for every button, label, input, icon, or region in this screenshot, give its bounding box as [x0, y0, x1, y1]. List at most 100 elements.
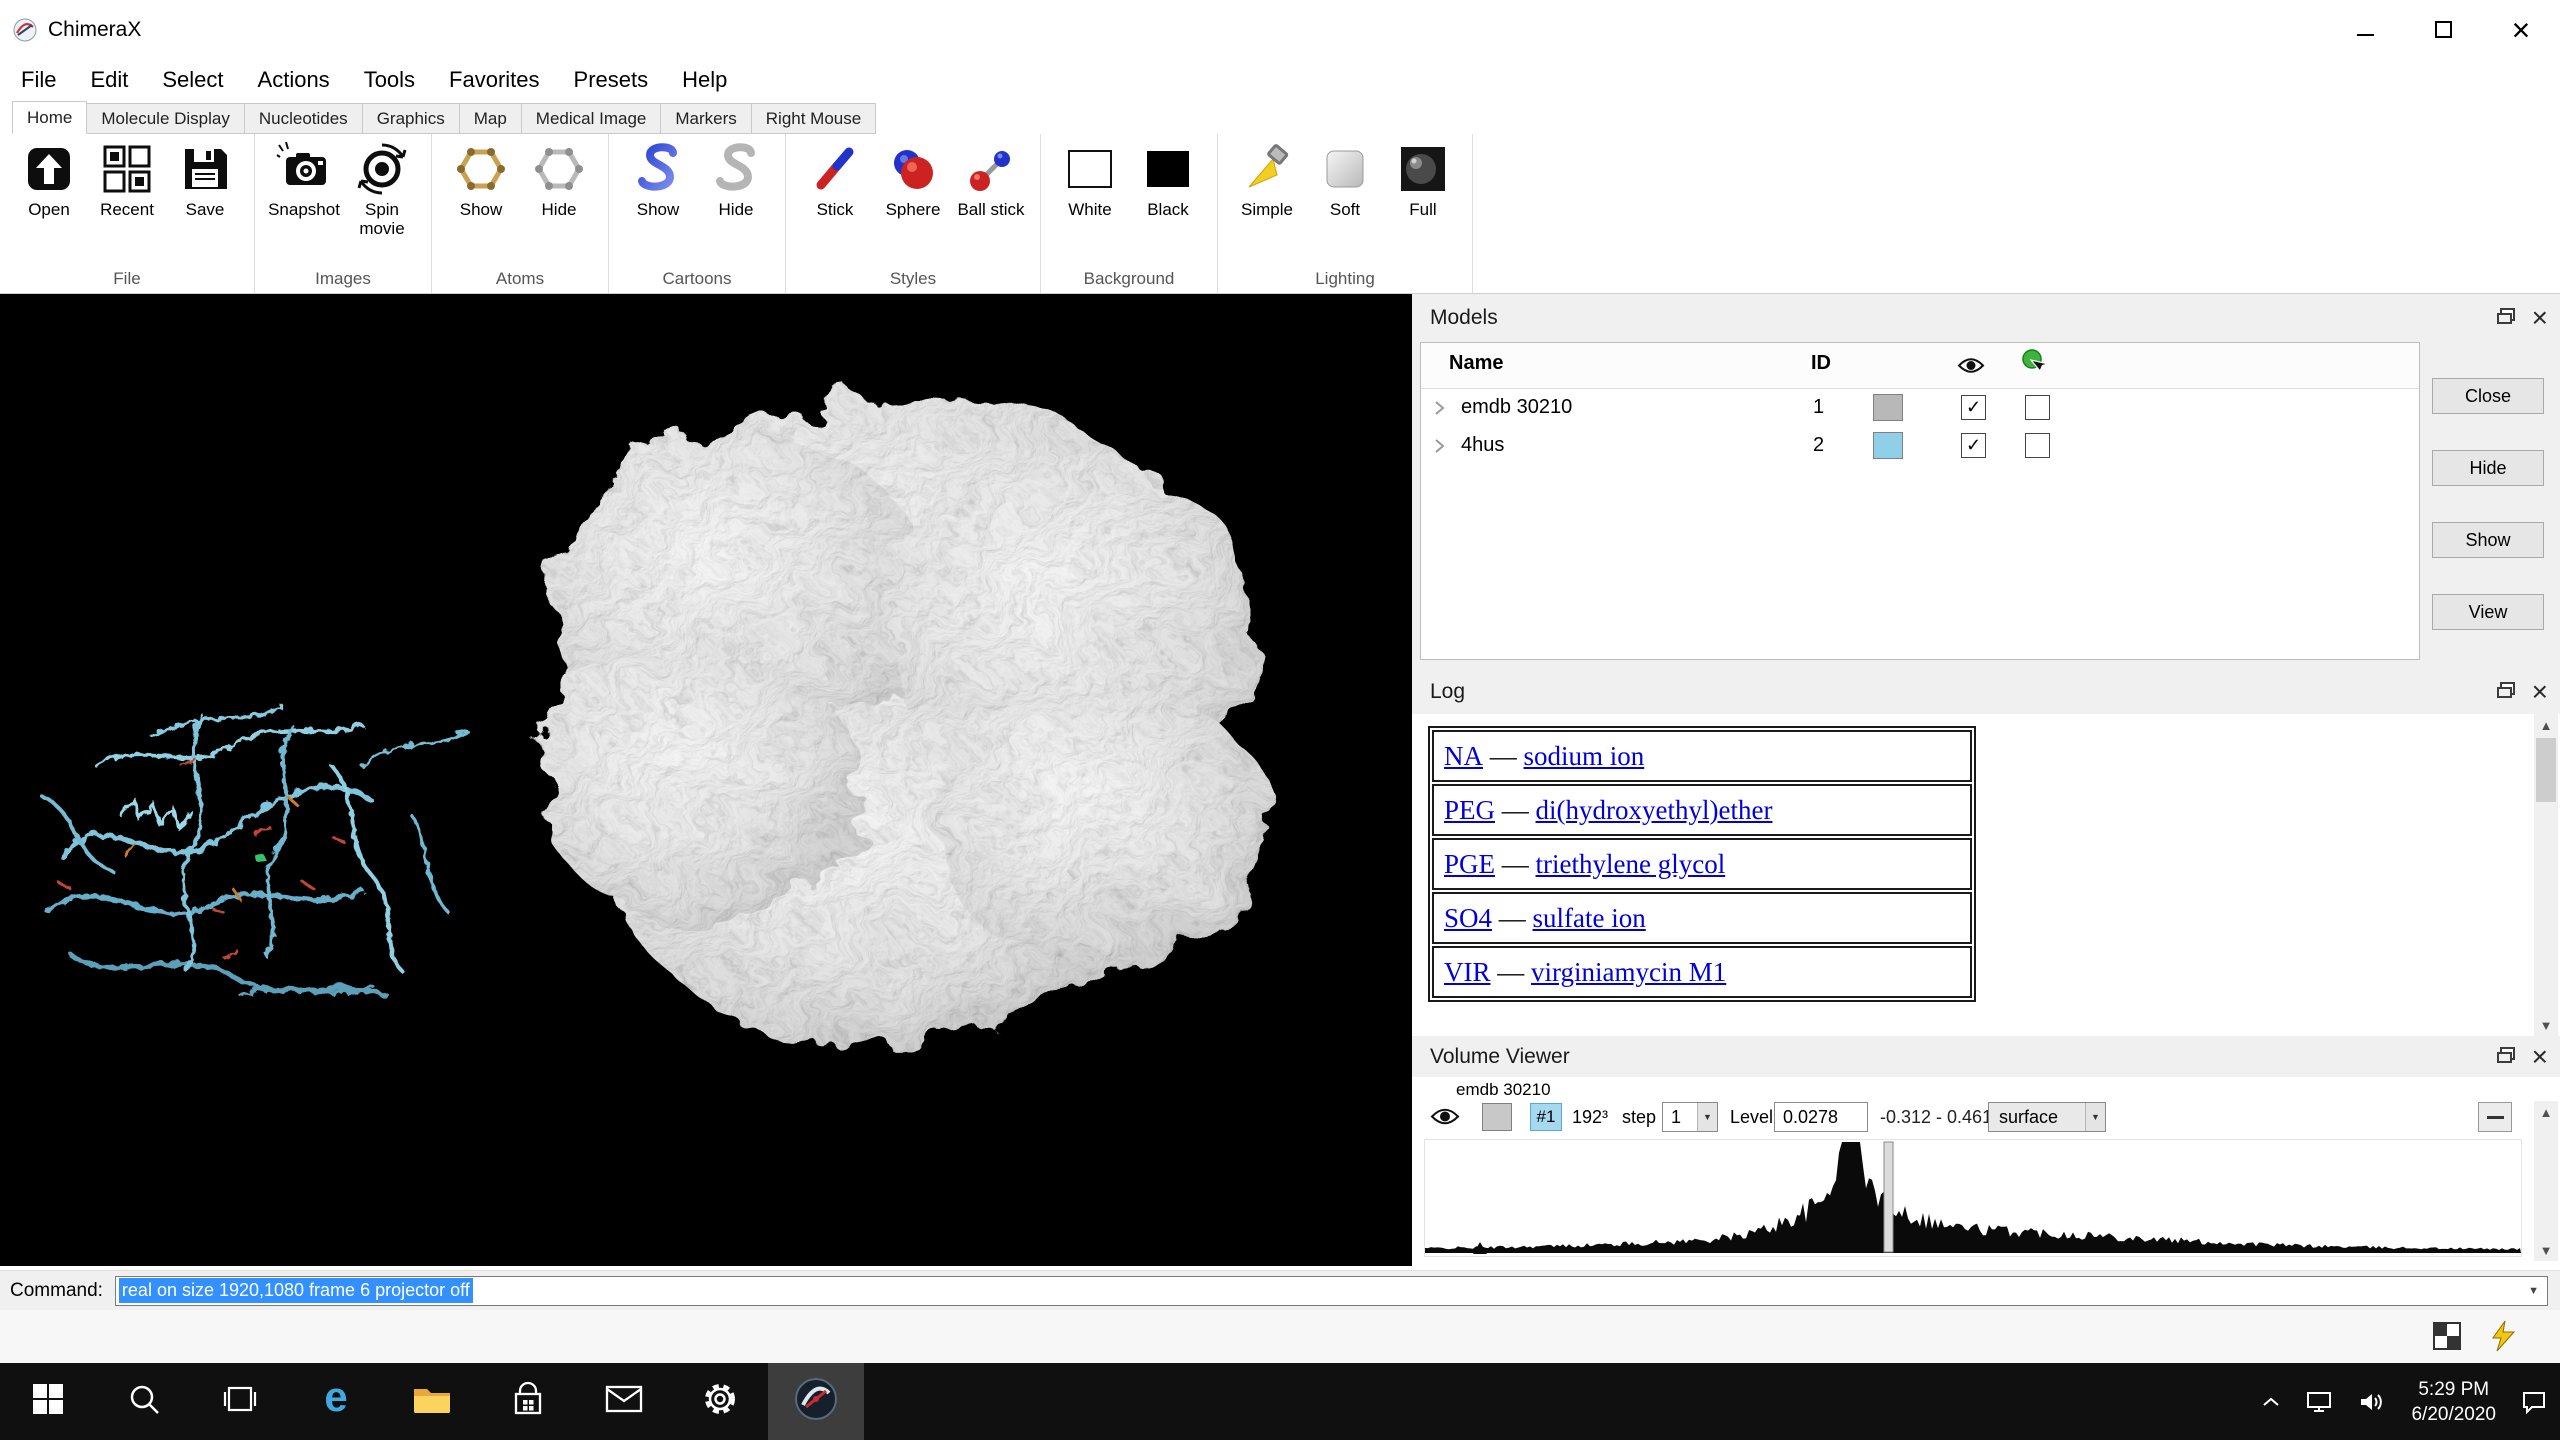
ribbon-tab-molecule-display[interactable]: Molecule Display: [86, 103, 245, 134]
scroll-up-icon[interactable]: ▲: [2534, 714, 2558, 736]
menu-file[interactable]: File: [4, 59, 73, 101]
ribbon-button-show[interactable]: Show: [442, 138, 520, 219]
taskbar-start-button[interactable]: [0, 1363, 96, 1440]
volume-scrollbar[interactable]: ▲ ▼: [2534, 1101, 2558, 1261]
scroll-up-icon[interactable]: ▲: [2534, 1101, 2558, 1123]
step-dropdown[interactable]: 1▼: [1662, 1102, 1718, 1132]
models-float-button[interactable]: [2496, 307, 2516, 330]
ribbon-tab-home[interactable]: Home: [12, 101, 87, 134]
level-input[interactable]: 0.0278: [1774, 1102, 1868, 1132]
ribbon-button-black[interactable]: Black: [1129, 138, 1207, 219]
volume-eye-icon[interactable]: [1430, 1106, 1460, 1132]
taskbar-file-explorer-button[interactable]: [384, 1363, 480, 1440]
scroll-down-icon[interactable]: ▼: [2534, 1014, 2558, 1036]
model-selected-checkbox[interactable]: [2025, 395, 2050, 420]
log-link-description[interactable]: sodium ion: [1524, 741, 1645, 772]
select-pointer-icon[interactable]: [2021, 349, 2045, 382]
show-models-button[interactable]: Show: [2432, 522, 2544, 558]
menu-favorites[interactable]: Favorites: [432, 59, 556, 101]
ribbon-button-soft[interactable]: Soft: [1306, 138, 1384, 219]
hide-models-button[interactable]: Hide: [2432, 450, 2544, 486]
model-selected-checkbox[interactable]: [2025, 433, 2050, 458]
model-row-4hus[interactable]: 4hus2✓: [1421, 427, 2419, 465]
taskbar-search-button[interactable]: [96, 1363, 192, 1440]
ribbon-button-stick[interactable]: Stick: [796, 138, 874, 219]
menu-presets[interactable]: Presets: [557, 59, 666, 101]
taskbar-store-button[interactable]: [480, 1363, 576, 1440]
log-link-code[interactable]: SO4: [1444, 903, 1492, 934]
close-button[interactable]: ×: [2482, 0, 2560, 59]
log-link-description[interactable]: virginiamycin M1: [1531, 957, 1726, 988]
menu-tools[interactable]: Tools: [347, 59, 432, 101]
graphics-viewport[interactable]: [0, 294, 1412, 1266]
taskbar-clock[interactable]: 5:29 PM 6/20/2020: [2399, 1377, 2508, 1427]
menu-actions[interactable]: Actions: [241, 59, 347, 101]
action-center-icon[interactable]: [2508, 1363, 2560, 1440]
volume-id-chip[interactable]: #1: [1530, 1103, 1562, 1131]
volume-histogram[interactable]: [1424, 1139, 2522, 1257]
lightning-icon[interactable]: [2486, 1319, 2520, 1353]
taskbar-settings-button[interactable]: [672, 1363, 768, 1440]
scroll-down-icon[interactable]: ▼: [2534, 1239, 2558, 1261]
taskbar-mail-button[interactable]: [576, 1363, 672, 1440]
ribbon-button-snapshot[interactable]: Snapshot: [265, 138, 343, 219]
log-link-code[interactable]: NA: [1444, 741, 1483, 772]
volume-close-button[interactable]: ×: [2532, 1043, 2548, 1071]
style-dropdown[interactable]: surface▼: [1988, 1102, 2106, 1132]
ribbon-tab-nucleotides[interactable]: Nucleotides: [244, 103, 363, 134]
ribbon-tab-map[interactable]: Map: [459, 103, 522, 134]
ribbon-button-white[interactable]: White: [1051, 138, 1129, 219]
grid-icon[interactable]: [2430, 1319, 2464, 1353]
maximize-button[interactable]: [2404, 0, 2482, 59]
ribbon-button-hide[interactable]: Hide: [697, 138, 775, 219]
menu-edit[interactable]: Edit: [73, 59, 145, 101]
log-link-description[interactable]: di(hydroxyethyl)ether: [1536, 795, 1773, 826]
log-link-description[interactable]: triethylene glycol: [1536, 849, 1726, 880]
volume-color-swatch[interactable]: [1482, 1103, 1512, 1131]
command-input[interactable]: real on size 1920,1080 frame 6 projector…: [115, 1276, 2548, 1306]
model-color-swatch[interactable]: [1873, 394, 1903, 421]
log-close-button[interactable]: ×: [2532, 678, 2548, 706]
scrollbar-thumb[interactable]: [2536, 738, 2556, 802]
models-close-button[interactable]: ×: [2532, 304, 2548, 332]
view-models-button[interactable]: View: [2432, 594, 2544, 630]
expand-arrow-icon[interactable]: [1433, 438, 1445, 459]
ribbon-button-show[interactable]: Show: [619, 138, 697, 219]
menu-select[interactable]: Select: [145, 59, 240, 101]
ribbon-button-simple[interactable]: Simple: [1228, 138, 1306, 219]
ribbon-button-open[interactable]: Open: [10, 138, 88, 219]
volume-float-button[interactable]: [2496, 1046, 2516, 1069]
model-shown-checkbox[interactable]: ✓: [1961, 433, 1986, 458]
ribbon-tab-graphics[interactable]: Graphics: [362, 103, 460, 134]
ribbon-button-recent[interactable]: Recent: [88, 138, 166, 219]
ribbon-button-spin-movie[interactable]: Spin movie: [343, 138, 421, 238]
log-link-code[interactable]: VIR: [1444, 957, 1491, 988]
tray-chevron-up-icon[interactable]: [2249, 1363, 2293, 1440]
close-models-button[interactable]: Close: [2432, 378, 2544, 414]
ribbon-button-full[interactable]: Full: [1384, 138, 1462, 219]
eye-icon[interactable]: [1957, 356, 1985, 380]
log-link-code[interactable]: PGE: [1444, 849, 1495, 880]
log-link-description[interactable]: sulfate ion: [1533, 903, 1646, 934]
ribbon-button-hide[interactable]: Hide: [520, 138, 598, 219]
menu-help[interactable]: Help: [665, 59, 744, 101]
network-icon[interactable]: [2293, 1363, 2345, 1440]
ribbon-button-ball-stick[interactable]: Ball stick: [952, 138, 1030, 219]
speaker-icon[interactable]: [2345, 1363, 2399, 1440]
model-shown-checkbox[interactable]: ✓: [1961, 395, 1986, 420]
taskbar-edge-button[interactable]: e: [288, 1363, 384, 1440]
log-scrollbar[interactable]: ▲ ▼: [2534, 714, 2558, 1036]
ribbon-button-save[interactable]: Save: [166, 138, 244, 219]
minimize-button[interactable]: [2326, 0, 2404, 59]
ribbon-tab-markers[interactable]: Markers: [660, 103, 751, 134]
ribbon-tab-right-mouse[interactable]: Right Mouse: [751, 103, 876, 134]
ribbon-button-sphere[interactable]: Sphere: [874, 138, 952, 219]
models-col-id[interactable]: ID: [1811, 352, 1831, 375]
level-marker[interactable]: [1884, 1142, 1893, 1252]
model-row-emdb-30210[interactable]: emdb 302101✓: [1421, 389, 2419, 427]
chevron-down-icon[interactable]: ▼: [2528, 1285, 2539, 1297]
expand-arrow-icon[interactable]: [1433, 400, 1445, 421]
taskbar-task-view-button[interactable]: [192, 1363, 288, 1440]
models-col-name[interactable]: Name: [1449, 352, 1503, 375]
collapse-panel-button[interactable]: [2478, 1102, 2512, 1132]
